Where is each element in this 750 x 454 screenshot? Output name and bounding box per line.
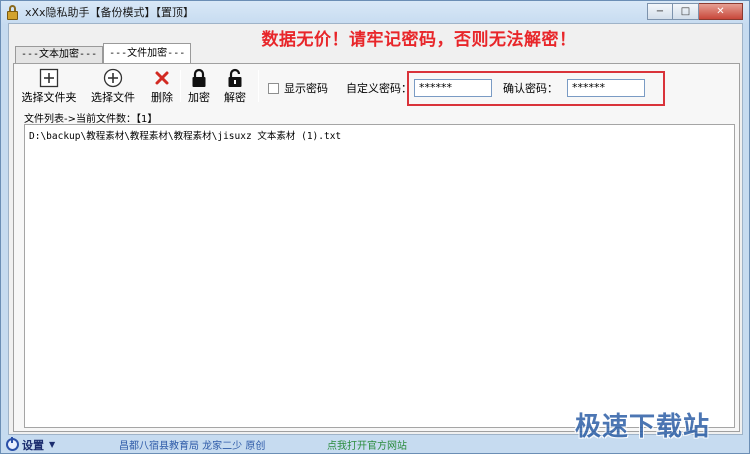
close-button[interactable]: ✕ — [699, 3, 743, 20]
custom-password-field[interactable]: ****** — [414, 79, 492, 97]
encrypt-button[interactable]: 加密 — [184, 68, 214, 105]
author-credit: 昌都八宿县教育局 龙家二少 原创 — [119, 441, 266, 452]
add-square-icon — [39, 68, 59, 88]
decrypt-button[interactable]: 解密 — [220, 68, 250, 105]
window-title: xXx隐私助手【备份模式】【置顶】 — [25, 6, 195, 19]
show-password-label: 显示密码 — [284, 82, 328, 95]
encrypt-label: 加密 — [188, 91, 210, 104]
confirm-password-field[interactable]: ****** — [567, 79, 645, 97]
list-item[interactable]: D:\backup\教程素材\教程素材\教程素材\jisuxz 文本素材 (1)… — [25, 125, 734, 145]
delete-button[interactable]: 删除 — [147, 68, 177, 105]
warning-text: 数据无价！请牢记密码，否则无法解密！ — [261, 30, 577, 50]
minimize-button[interactable]: − — [647, 3, 673, 20]
maximize-button[interactable]: □ — [673, 3, 699, 20]
toolbar-divider — [180, 70, 181, 102]
client-area: 数据无价！请牢记密码，否则无法解密！ ---文本加密--- ---文件加密---… — [8, 23, 743, 435]
settings-menu[interactable]: 设置 ▼ — [6, 437, 55, 453]
lock-open-icon — [228, 68, 242, 87]
delete-x-icon — [155, 71, 169, 85]
custom-password-label: 自定义密码： — [346, 82, 412, 95]
lock-app-icon — [6, 4, 19, 20]
chevron-down-icon: ▼ — [49, 440, 56, 449]
select-folder-button[interactable]: 选择文件夹 — [19, 68, 79, 105]
select-file-button[interactable]: 选择文件 — [87, 68, 139, 105]
file-count-label: 文件列表->当前文件数：【1】 — [24, 114, 158, 125]
file-list[interactable]: D:\backup\教程素材\教程素材\教程素材\jisuxz 文本素材 (1)… — [24, 124, 735, 428]
status-bar: 设置 ▼ 昌都八宿县教育局 龙家二少 原创 点我打开官方网站 — [1, 435, 749, 454]
show-password-checkbox[interactable] — [268, 82, 279, 94]
confirm-password-label: 确认密码： — [503, 82, 558, 95]
add-circle-icon — [103, 68, 123, 88]
settings-label: 设置 — [22, 438, 44, 452]
power-icon — [6, 437, 19, 451]
select-folder-label: 选择文件夹 — [21, 91, 77, 104]
toolbar-divider — [258, 70, 259, 102]
app-window: xXx隐私助手【备份模式】【置顶】 − □ ✕ 数据无价！请牢记密码，否则无法解… — [0, 0, 750, 454]
delete-label: 删除 — [151, 91, 173, 104]
toolbar: 选择文件夹 选择文件 删除 加密 解密 显示密码 自定义密码： ****** 确… — [14, 64, 739, 106]
official-site-link[interactable]: 点我打开官方网站 — [327, 437, 407, 452]
select-file-label: 选择文件 — [91, 91, 135, 104]
lock-closed-icon — [192, 68, 206, 87]
decrypt-label: 解密 — [224, 91, 246, 104]
tab-file-encrypt[interactable]: ---文件加密--- — [103, 43, 192, 63]
window-controls: − □ ✕ — [647, 3, 743, 20]
title-bar[interactable]: xXx隐私助手【备份模式】【置顶】 − □ ✕ — [1, 1, 749, 23]
tab-strip: ---文本加密--- ---文件加密--- — [15, 43, 192, 63]
tab-text-encrypt[interactable]: ---文本加密--- — [15, 46, 104, 63]
show-password-toggle[interactable]: 显示密码 — [268, 80, 328, 96]
file-encrypt-panel: 选择文件夹 选择文件 删除 加密 解密 显示密码 自定义密码： ****** 确… — [13, 63, 740, 432]
